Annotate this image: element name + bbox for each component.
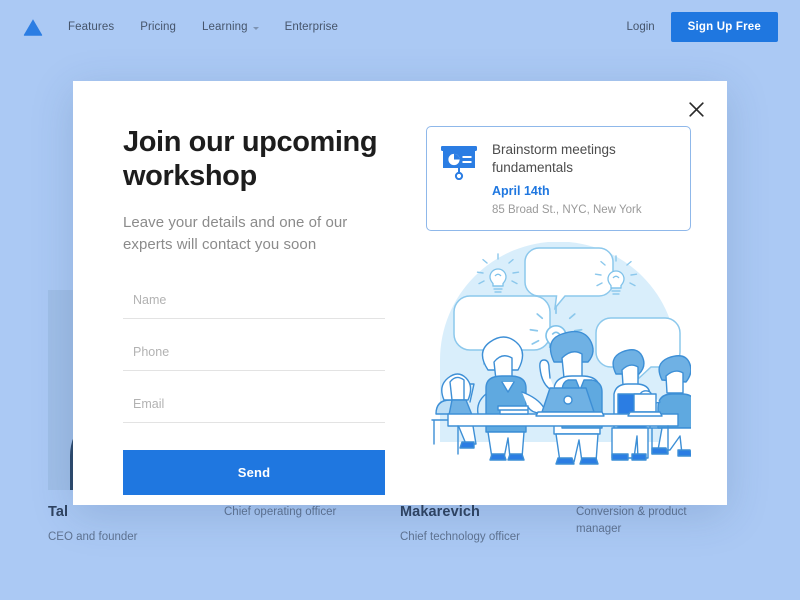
modal-subtitle: Leave your details and one of our expert…: [123, 214, 348, 253]
modal-body: Join our upcoming workshop Leave your de…: [73, 81, 727, 495]
modal-overlay: Join our upcoming workshop Leave your de…: [0, 0, 800, 600]
phone-input[interactable]: [123, 334, 385, 371]
event-details: Brainstorm meetings fundamentals April 1…: [492, 141, 675, 216]
page-title: Join our upcoming workshop: [123, 126, 378, 192]
brainstorm-meeting-illustration: [431, 241, 697, 465]
email-input[interactable]: [123, 386, 385, 423]
event-address: 85 Broad St., NYC, New York: [492, 203, 642, 216]
event-title: Brainstorm meetings fundamentals: [492, 142, 616, 175]
send-button[interactable]: Send: [123, 449, 385, 495]
event-date: April 14th: [492, 183, 550, 198]
modal-left-column: Join our upcoming workshop Leave your de…: [123, 126, 385, 495]
close-icon[interactable]: [679, 92, 713, 126]
presentation-board-icon: [440, 141, 480, 216]
modal-right-column: Brainstorm meetings fundamentals April 1…: [426, 126, 697, 495]
signup-form: Send: [123, 282, 385, 495]
name-input[interactable]: [123, 282, 385, 319]
event-card[interactable]: Brainstorm meetings fundamentals April 1…: [426, 126, 691, 231]
workshop-signup-modal: Join our upcoming workshop Leave your de…: [73, 81, 727, 505]
